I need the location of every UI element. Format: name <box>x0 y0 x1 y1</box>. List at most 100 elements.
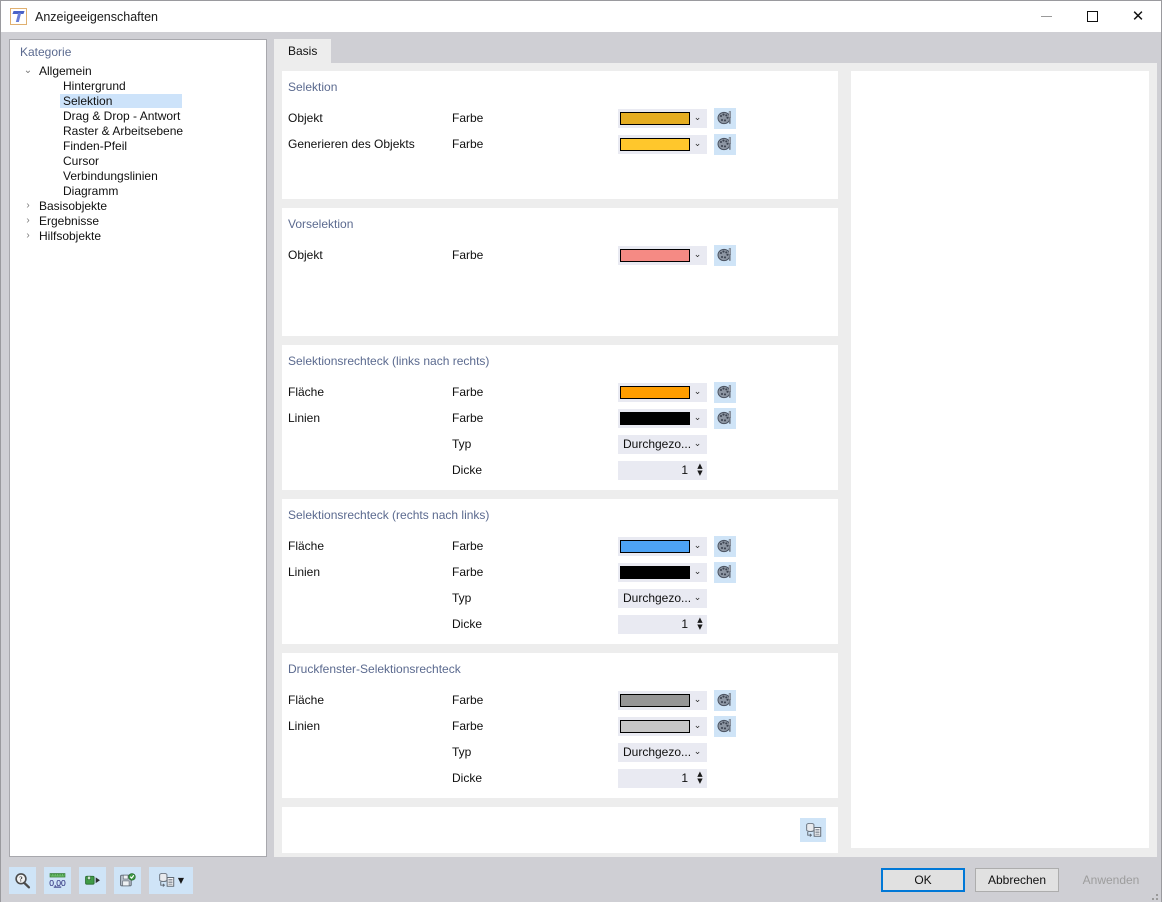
color-dropdown[interactable]: ⌄ <box>618 562 707 582</box>
chevron-down-icon[interactable]: ⌄ <box>690 246 705 265</box>
chevron-down-icon[interactable]: ⌄ <box>690 717 705 736</box>
chevron-down-icon[interactable]: ⌄ <box>690 537 705 556</box>
chevron-down-icon[interactable]: ⌄ <box>690 135 705 154</box>
row-label: Linien <box>288 565 321 579</box>
color-dropdown[interactable]: ⌄ <box>618 245 707 265</box>
color-dropdown[interactable]: ⌄ <box>618 408 707 428</box>
chevron-down-icon[interactable]: ⌄ <box>690 383 705 402</box>
database-copy-icon <box>159 872 175 887</box>
row-property-label: Farbe <box>452 719 484 733</box>
color-swatch <box>620 137 690 151</box>
row-control: Durchgezo... ⌄ <box>618 434 707 454</box>
row-property-label: Dicke <box>452 463 483 477</box>
color-picker-button[interactable] <box>714 133 736 155</box>
thickness-stepper[interactable]: 1 ▲ ▼ <box>618 768 707 788</box>
sidebar-item-drag-drop-antwort[interactable]: Drag & Drop - Antwort <box>10 108 266 123</box>
ok-button[interactable]: OK <box>881 868 965 892</box>
sidebar-item-hintergrund[interactable]: Hintergrund <box>10 78 266 93</box>
line-type-dropdown[interactable]: Durchgezo... ⌄ <box>618 434 707 454</box>
color-picker-button[interactable] <box>714 407 736 429</box>
sidebar-item-raster-arbeitsebene[interactable]: Raster & Arbeitsebene <box>10 123 266 138</box>
stepper-down-icon[interactable]: ▼ <box>697 778 702 785</box>
stepper-down-icon[interactable]: ▼ <box>697 470 702 477</box>
sidebar-item-label: Cursor <box>63 153 100 168</box>
sidebar-item-verbindungslinien[interactable]: Verbindungslinien <box>10 168 266 183</box>
sidebar-item-finden-pfeil[interactable]: Finden-Pfeil <box>10 138 266 153</box>
stepper-down-icon[interactable]: ▼ <box>697 624 702 631</box>
maximize-button[interactable] <box>1069 1 1115 32</box>
color-dropdown[interactable]: ⌄ <box>618 134 707 154</box>
resize-gripper[interactable] <box>1148 890 1158 900</box>
line-type-dropdown[interactable]: Durchgezo... ⌄ <box>618 588 707 608</box>
color-dropdown[interactable]: ⌄ <box>618 716 707 736</box>
thickness-value[interactable]: 1 <box>618 771 693 785</box>
line-type-dropdown[interactable]: Durchgezo... ⌄ <box>618 742 707 762</box>
color-dropdown[interactable]: ⌄ <box>618 690 707 710</box>
chevron-down-icon[interactable]: ⌄ <box>690 435 705 454</box>
stepper-buttons[interactable]: ▲ ▼ <box>693 461 707 480</box>
save-config-button[interactable] <box>114 866 141 894</box>
thickness-stepper[interactable]: 1 ▲ ▼ <box>618 614 707 634</box>
minimize-button[interactable] <box>1023 1 1069 32</box>
sidebar-item-cursor[interactable]: Cursor <box>10 153 266 168</box>
chevron-down-icon[interactable]: ⌄ <box>690 691 705 710</box>
chevron-down-icon[interactable]: ⌄ <box>20 63 36 78</box>
import-config-button[interactable] <box>79 866 106 894</box>
tab-basis[interactable]: Basis <box>274 39 332 63</box>
row-property-label: Farbe <box>452 565 484 579</box>
category-tree-title: Kategorie <box>20 45 72 59</box>
sidebar-item-diagramm[interactable]: Diagramm <box>10 183 266 198</box>
color-picker-button[interactable] <box>714 561 736 583</box>
apply-button-label: Anwenden <box>1082 873 1140 887</box>
thickness-stepper[interactable]: 1 ▲ ▼ <box>618 460 707 480</box>
palette-icon <box>717 385 731 399</box>
sidebar-item-basisobjekte[interactable]: › Basisobjekte <box>10 198 266 213</box>
database-copy-icon <box>805 822 821 837</box>
chevron-down-icon[interactable]: ⌄ <box>690 409 705 428</box>
close-button[interactable]: ✕ <box>1115 1 1161 32</box>
import-config-icon <box>85 875 100 885</box>
chevron-down-icon[interactable]: ⌄ <box>690 743 705 762</box>
color-dropdown[interactable]: ⌄ <box>618 108 707 128</box>
database-copy-button[interactable]: ▼ <box>149 866 193 894</box>
row-label: Fläche <box>288 539 325 553</box>
color-picker-button[interactable] <box>714 107 736 129</box>
sidebar-item-ergebnisse[interactable]: › Ergebnisse <box>10 213 266 228</box>
sidebar-item-allgemein[interactable]: ⌄ Allgemein <box>10 63 266 78</box>
chevron-right-icon[interactable]: › <box>20 213 36 228</box>
chevron-down-icon[interactable]: ⌄ <box>690 589 705 608</box>
help-magnifier-button[interactable]: ? <box>9 866 36 894</box>
chevron-right-icon[interactable]: › <box>20 198 36 213</box>
color-picker-button[interactable] <box>714 535 736 557</box>
row-label: Fläche <box>288 693 325 707</box>
thickness-value[interactable]: 1 <box>618 463 693 477</box>
sidebar-item-label: Verbindungslinien <box>63 168 158 183</box>
units-0-00-button[interactable]: 0,00 <box>44 866 71 894</box>
color-picker-button[interactable] <box>714 244 736 266</box>
chevron-down-icon[interactable]: ⌄ <box>690 563 705 582</box>
preview-area <box>851 71 1149 848</box>
database-copy-button[interactable] <box>800 818 826 842</box>
cancel-button[interactable]: Abbrechen <box>975 868 1059 892</box>
color-picker-button[interactable] <box>714 381 736 403</box>
stepper-buttons[interactable]: ▲ ▼ <box>693 615 707 634</box>
chevron-right-icon[interactable]: › <box>20 228 36 243</box>
sidebar-item-label: Drag & Drop - Antwort <box>63 108 181 123</box>
color-dropdown[interactable]: ⌄ <box>618 536 707 556</box>
settings-row: Typ Durchgezo... ⌄ <box>282 585 838 611</box>
stepper-buttons[interactable]: ▲ ▼ <box>693 769 707 788</box>
row-property-label: Typ <box>452 591 472 605</box>
units-0-00-icon: 0,00 <box>49 872 66 888</box>
help-magnifier-icon: ? <box>15 872 31 888</box>
sidebar-item-selektion[interactable]: Selektion <box>10 93 266 108</box>
category-tree[interactable]: ⌄ Allgemein Hintergrund Selektion Drag & Dro… <box>10 63 266 243</box>
color-dropdown[interactable]: ⌄ <box>618 382 707 402</box>
thickness-value[interactable]: 1 <box>618 617 693 631</box>
settings-row: Linien Farbe ⌄ <box>282 559 838 585</box>
sidebar-item-hilfsobjekte[interactable]: › Hilfsobjekte <box>10 228 266 243</box>
row-property-label: Farbe <box>452 248 484 262</box>
chevron-down-icon[interactable]: ⌄ <box>690 109 705 128</box>
color-picker-button[interactable] <box>714 715 736 737</box>
color-picker-button[interactable] <box>714 689 736 711</box>
chevron-down-icon[interactable]: ▼ <box>178 876 184 885</box>
